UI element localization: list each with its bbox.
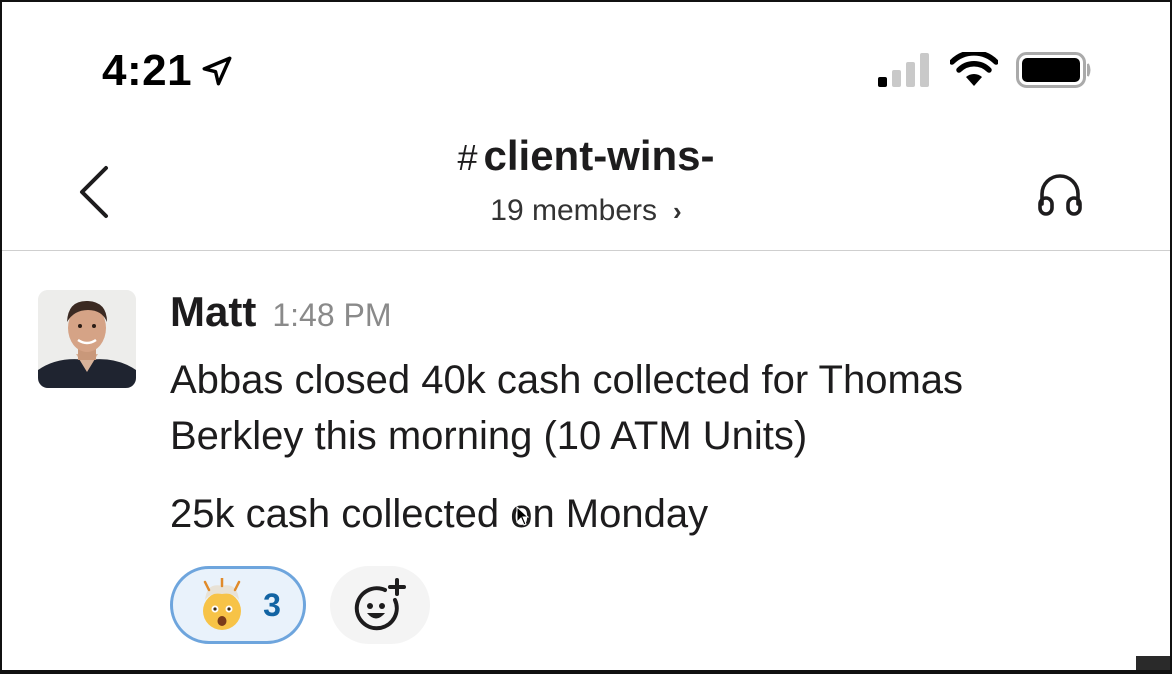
- status-time-text: 4:21: [102, 46, 193, 95]
- add-reaction-icon: [354, 578, 406, 631]
- message-meta: Matt 1:48 PM: [170, 288, 1130, 344]
- members-chevron-icon: ›: [673, 196, 682, 226]
- status-icons: [878, 52, 1092, 88]
- members-count: 19 members: [490, 194, 658, 227]
- add-reaction-button[interactable]: [330, 566, 430, 644]
- channel-header: # client-wins- 19 members ›: [2, 122, 1170, 251]
- exploding-head-emoji-icon: [203, 578, 242, 630]
- message-timestamp: 1:48 PM: [272, 297, 392, 333]
- channel-name: client-wins-: [483, 132, 715, 179]
- author-name[interactable]: Matt: [170, 288, 256, 336]
- members-link[interactable]: 19 members ›: [2, 194, 1170, 228]
- message-text: Abbas closed 40k cash collected for Thom…: [170, 358, 964, 458]
- message-body: Matt 1:48 PM Abbas closed 40k cash colle…: [170, 288, 1130, 644]
- avatar-photo: [38, 290, 136, 388]
- cellular-signal-icon: [878, 53, 929, 87]
- wifi-icon: [950, 52, 998, 86]
- channel-title[interactable]: # client-wins-: [2, 132, 1170, 180]
- battery-icon: [1016, 52, 1091, 88]
- status-time: 4:21: [102, 46, 234, 96]
- reaction-count: 3: [263, 586, 281, 623]
- message-text-2: 25k cash collected on Monday: [170, 492, 709, 536]
- status-bar: 4:21: [2, 2, 1170, 132]
- mouse-pointer-icon: [516, 506, 530, 526]
- phone-screen: 4:21 # client-wins- 19 members › Matt 1:…: [0, 0, 1172, 674]
- location-arrow-icon: [202, 56, 232, 86]
- corner-tab: [1136, 656, 1170, 670]
- channel-hash: #: [457, 137, 478, 178]
- avatar[interactable]: [38, 290, 136, 388]
- reaction-pill[interactable]: 3: [170, 566, 306, 644]
- reactions-bar: 3: [170, 566, 1130, 644]
- headphones-icon[interactable]: [1036, 170, 1084, 218]
